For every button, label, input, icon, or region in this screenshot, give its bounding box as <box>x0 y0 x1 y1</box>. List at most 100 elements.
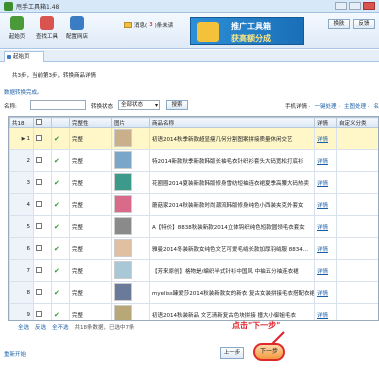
col-header-select[interactable] <box>33 117 52 128</box>
invert-selection-link[interactable]: 反选 <box>35 323 46 331</box>
row-checkbox-cell[interactable] <box>33 303 52 320</box>
table-row[interactable]: 7 ✔ 完整 【芳来原创】格物是/编织半式针衫中国风 中袖五分袖连衣裙 详情 <box>9 259 378 282</box>
select-all-link[interactable]: 全选 <box>18 323 29 331</box>
product-thumbnail[interactable] <box>114 217 132 235</box>
detail-link[interactable]: 详情 <box>317 181 328 187</box>
col-header-name[interactable]: 商品名称 <box>149 117 315 128</box>
col-header-integrity[interactable]: 完整性 <box>69 117 112 128</box>
row-detail-cell: 详情 <box>314 127 337 150</box>
status-select[interactable]: 全部状态 <box>118 100 160 110</box>
row-number: 9 <box>9 303 34 320</box>
row-state-cell: ✔ <box>51 237 70 260</box>
maximize-icon[interactable] <box>349 2 361 10</box>
product-thumbnail[interactable] <box>114 129 132 147</box>
row-number-text: 3 <box>26 179 31 186</box>
row-checkbox-cell[interactable] <box>33 149 52 172</box>
row-custom-category[interactable] <box>336 259 378 282</box>
row-checkbox-cell[interactable] <box>33 193 52 216</box>
tab-start-page[interactable]: 起始页 <box>4 51 44 62</box>
product-thumbnail[interactable] <box>114 151 132 169</box>
row-product-name: 蘑菇家2014秋装新款时尚潮流韩版修身纯色小西装夹克外套女 <box>149 193 315 216</box>
row-custom-category[interactable] <box>336 215 378 238</box>
previous-step-button[interactable]: 上一步 <box>220 347 244 359</box>
detail-link[interactable]: 详情 <box>317 269 328 275</box>
messages-link[interactable]: 消息( 3 )条未读 <box>124 21 173 29</box>
product-thumbnail[interactable] <box>114 173 132 191</box>
row-checkbox-cell[interactable] <box>33 127 52 150</box>
product-thumbnail[interactable] <box>114 239 132 257</box>
table-row[interactable]: ▶1 ✔ 完整 初语2014秋季新款超显瘦几何分割图案拼接质量休闲交艺 详情 <box>9 127 378 150</box>
row-checkbox-cell[interactable] <box>33 237 52 260</box>
col-header-custom-category[interactable]: 自定义分类 <box>336 117 378 128</box>
mobile-detail-link[interactable]: 手机详情 · <box>285 102 311 110</box>
row-integrity: 完整 <box>69 259 112 282</box>
col-header-image[interactable]: 图片 <box>111 117 150 128</box>
detail-link[interactable]: 详情 <box>317 225 328 231</box>
detail-link[interactable]: 详情 <box>317 203 328 209</box>
detail-link[interactable]: 详情 <box>317 247 328 253</box>
row-custom-category[interactable] <box>336 193 378 216</box>
row-custom-category[interactable] <box>336 149 378 172</box>
row-custom-category[interactable] <box>336 237 378 260</box>
col-header-detail[interactable]: 详情 <box>314 117 337 128</box>
product-thumbnail[interactable] <box>114 261 132 279</box>
detail-link[interactable]: 详情 <box>317 137 328 143</box>
search-button[interactable]: 搜索 <box>166 100 188 110</box>
name-input[interactable] <box>30 100 86 110</box>
row-number: ▶1 <box>9 127 34 150</box>
minimize-icon[interactable] <box>335 2 347 10</box>
table-row[interactable]: 9 ✔ 完整 初语2014秋装新品 文艺清新复古色块拼接 撞大小御姐毛衣 详情 <box>9 303 378 320</box>
name-process-link[interactable]: 名 <box>373 102 379 110</box>
messages-suffix: )条未读 <box>154 23 174 29</box>
detail-link[interactable]: 详情 <box>317 291 328 297</box>
row-number-text: 8 <box>26 289 31 296</box>
row-checkbox[interactable] <box>36 156 42 163</box>
detail-link[interactable]: 详情 <box>317 159 328 165</box>
row-checkbox-cell[interactable] <box>33 281 52 304</box>
row-state-cell: ✔ <box>51 127 70 150</box>
main-image-process-link[interactable]: 主图处理 · <box>344 102 370 110</box>
toolbar-home-label: 起始页 <box>8 34 26 40</box>
row-custom-category[interactable] <box>336 171 378 194</box>
row-checkbox-cell[interactable] <box>33 215 52 238</box>
row-custom-category[interactable] <box>336 303 378 320</box>
select-none-link[interactable]: 全不选 <box>52 323 69 331</box>
table-row[interactable]: 3 ✔ 完整 花圈圈2014夏装新款韩版修身雪纺短袖连衣裙夏季高腰大码热卖 详情 <box>9 171 378 194</box>
toolbar-find-tools-button[interactable]: 查找工具 <box>34 16 60 46</box>
restart-link[interactable]: 重新开始 <box>4 350 26 358</box>
table-row[interactable]: 5 ✔ 完整 A【特价】8838秋装新款2014立体钩织纯色短款圆领毛衣套女 详情 <box>9 215 378 238</box>
product-thumbnail[interactable] <box>114 305 132 320</box>
product-thumbnail[interactable] <box>114 283 132 301</box>
row-checkbox[interactable] <box>36 222 42 229</box>
toolbar-home-button[interactable]: 起始页 <box>4 16 30 46</box>
promo-banner[interactable]: 推广工具箱 获高额分成 <box>190 17 304 45</box>
select-all-checkbox[interactable] <box>36 118 42 125</box>
feedback-button[interactable]: 反馈 <box>353 19 375 29</box>
toolbar-config-store-button[interactable]: 配置网店 <box>64 16 90 46</box>
row-image-cell <box>111 281 150 304</box>
skin-button[interactable]: 换肤 <box>328 19 350 29</box>
status-label: 转换状态 <box>91 104 114 110</box>
one-click-process-link[interactable]: 一键处理 · <box>314 102 340 110</box>
row-checkbox-cell[interactable] <box>33 171 52 194</box>
close-icon[interactable] <box>363 2 375 10</box>
product-thumbnail[interactable] <box>114 195 132 213</box>
row-custom-category[interactable] <box>336 127 378 150</box>
table-row[interactable]: 8 ✔ 完整 myeliss臻爱莎2014秋装新款女的新衣 复古女装拼接毛衣搭配衣裙详… <box>9 281 378 304</box>
row-checkbox[interactable] <box>36 266 42 273</box>
row-checkbox[interactable] <box>36 200 42 207</box>
table-row[interactable]: 2 ✔ 完整 特2014新款秋季新款韩版长袖毛衣针织衫套头大码宽松打底衫 详情 <box>9 149 378 172</box>
row-checkbox[interactable] <box>36 288 42 295</box>
row-custom-category[interactable] <box>336 281 378 304</box>
table-row[interactable]: 4 ✔ 完整 蘑菇家2014秋装新款时尚潮流韩版修身纯色小西装夹克外套女 详情 <box>9 193 378 216</box>
table-row[interactable]: 6 ✔ 完整 雅曼2014冬装新款女纯色文艺可爱毛绒长款加厚羽绒服 8834... 详情 <box>9 237 378 260</box>
row-checkbox[interactable] <box>36 134 42 141</box>
detail-link[interactable]: 详情 <box>317 313 328 319</box>
row-product-name: myeliss臻爱莎2014秋装新款女的新衣 复古女装拼接毛衣搭配衣裙 <box>149 281 315 304</box>
row-checkbox[interactable] <box>36 244 42 251</box>
row-checkbox[interactable] <box>36 178 42 185</box>
checkmark-icon: ✔ <box>54 178 60 187</box>
row-checkbox[interactable] <box>36 310 42 317</box>
next-step-button[interactable]: 下一步 <box>253 343 285 361</box>
row-checkbox-cell[interactable] <box>33 259 52 282</box>
